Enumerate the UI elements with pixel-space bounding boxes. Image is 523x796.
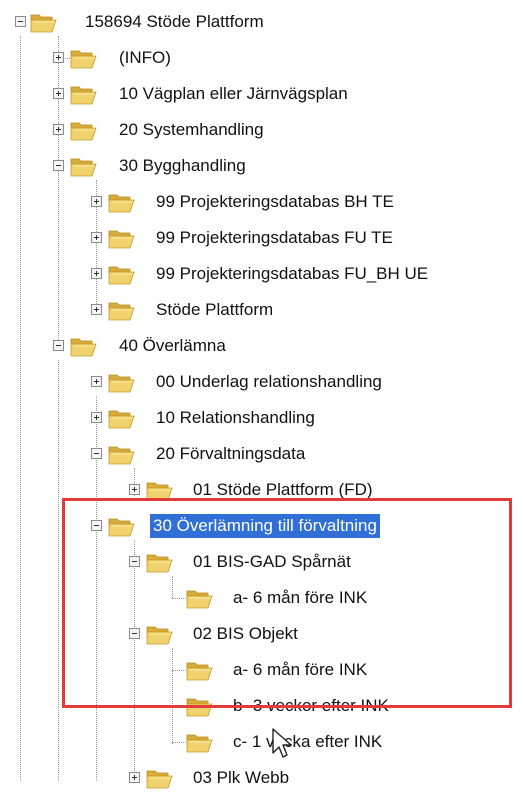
tree-node-pdb-bh-te[interactable]: 99 Projekteringsdatabas BH TE — [0, 184, 523, 220]
tree-node-label[interactable]: 03 Plk Webb — [190, 766, 292, 790]
tree-node-label[interactable]: 20 Förvaltningsdata — [153, 442, 308, 466]
tree-node-label[interactable]: 158694 Stöde Plattform — [82, 10, 267, 34]
expand-toggle-icon[interactable] — [91, 268, 102, 279]
tree-node-label[interactable]: 40 Överlämna — [116, 334, 229, 358]
open-folder-icon — [108, 443, 136, 465]
collapse-toggle-icon[interactable] — [15, 16, 26, 27]
expand-toggle-icon[interactable] — [129, 772, 140, 783]
tree-node-root[interactable]: 158694 Stöde Plattform — [0, 4, 523, 40]
expand-toggle-icon[interactable] — [91, 196, 102, 207]
open-folder-icon — [70, 155, 98, 177]
open-folder-icon — [70, 47, 98, 69]
open-folder-icon — [146, 767, 174, 789]
open-folder-icon — [186, 731, 214, 753]
open-folder-icon — [108, 263, 136, 285]
expand-toggle-icon[interactable] — [53, 88, 64, 99]
open-folder-icon — [70, 83, 98, 105]
tree-node-forvaltningsdata[interactable]: 20 Förvaltningsdata — [0, 436, 523, 472]
tree-node-vagplan[interactable]: 10 Vägplan eller Järnvägsplan — [0, 76, 523, 112]
expand-toggle-icon[interactable] — [91, 304, 102, 315]
tree-node-label[interactable]: c- 1 vecka efter INK — [230, 730, 385, 754]
folder-tree: 158694 Stöde Plattform (INFO) 10 Vägplan… — [0, 0, 523, 781]
open-folder-icon — [108, 371, 136, 393]
open-folder-icon — [108, 299, 136, 321]
tree-node-info[interactable]: (INFO) — [0, 40, 523, 76]
highlight-box — [62, 498, 512, 708]
open-folder-icon — [70, 119, 98, 141]
tree-node-bis-objekt-c[interactable]: c- 1 vecka efter INK — [0, 724, 523, 760]
expand-toggle-icon[interactable] — [91, 376, 102, 387]
open-folder-icon — [108, 191, 136, 213]
collapse-toggle-icon[interactable] — [53, 160, 64, 171]
expand-toggle-icon[interactable] — [91, 412, 102, 423]
tree-node-label[interactable]: 99 Projekteringsdatabas FU_BH UE — [153, 262, 431, 286]
tree-node-bygghandling[interactable]: 30 Bygghandling — [0, 148, 523, 184]
tree-node-stode-plattform[interactable]: Stöde Plattform — [0, 292, 523, 328]
tree-node-label[interactable]: Stöde Plattform — [153, 298, 276, 322]
tree-node-label[interactable]: 10 Relationshandling — [153, 406, 318, 430]
open-folder-icon — [108, 227, 136, 249]
tree-node-label[interactable]: (INFO) — [116, 46, 174, 70]
tree-node-label[interactable]: 99 Projekteringsdatabas FU TE — [153, 226, 396, 250]
collapse-toggle-icon[interactable] — [91, 448, 102, 459]
expand-toggle-icon[interactable] — [91, 232, 102, 243]
tree-node-pdb-fu-te[interactable]: 99 Projekteringsdatabas FU TE — [0, 220, 523, 256]
tree-node-label[interactable]: 10 Vägplan eller Järnvägsplan — [116, 82, 351, 106]
open-folder-icon — [70, 335, 98, 357]
tree-node-label[interactable]: 00 Underlag relationshandling — [153, 370, 385, 394]
tree-node-plk-webb[interactable]: 03 Plk Webb — [0, 760, 523, 796]
tree-node-label[interactable]: 99 Projekteringsdatabas BH TE — [153, 190, 397, 214]
tree-node-underlag[interactable]: 00 Underlag relationshandling — [0, 364, 523, 400]
collapse-toggle-icon[interactable] — [53, 340, 64, 351]
tree-node-label[interactable]: 30 Bygghandling — [116, 154, 249, 178]
mouse-pointer-icon — [272, 728, 292, 758]
expand-toggle-icon[interactable] — [53, 124, 64, 135]
open-folder-icon — [30, 11, 58, 33]
tree-node-label[interactable]: 20 Systemhandling — [116, 118, 267, 142]
expand-toggle-icon[interactable] — [53, 52, 64, 63]
open-folder-icon — [108, 407, 136, 429]
tree-node-systemhandling[interactable]: 20 Systemhandling — [0, 112, 523, 148]
tree-node-relationshandling[interactable]: 10 Relationshandling — [0, 400, 523, 436]
expand-toggle-icon[interactable] — [129, 484, 140, 495]
tree-node-pdb-fu-bh-ue[interactable]: 99 Projekteringsdatabas FU_BH UE — [0, 256, 523, 292]
tree-node-overlamna[interactable]: 40 Överlämna — [0, 328, 523, 364]
